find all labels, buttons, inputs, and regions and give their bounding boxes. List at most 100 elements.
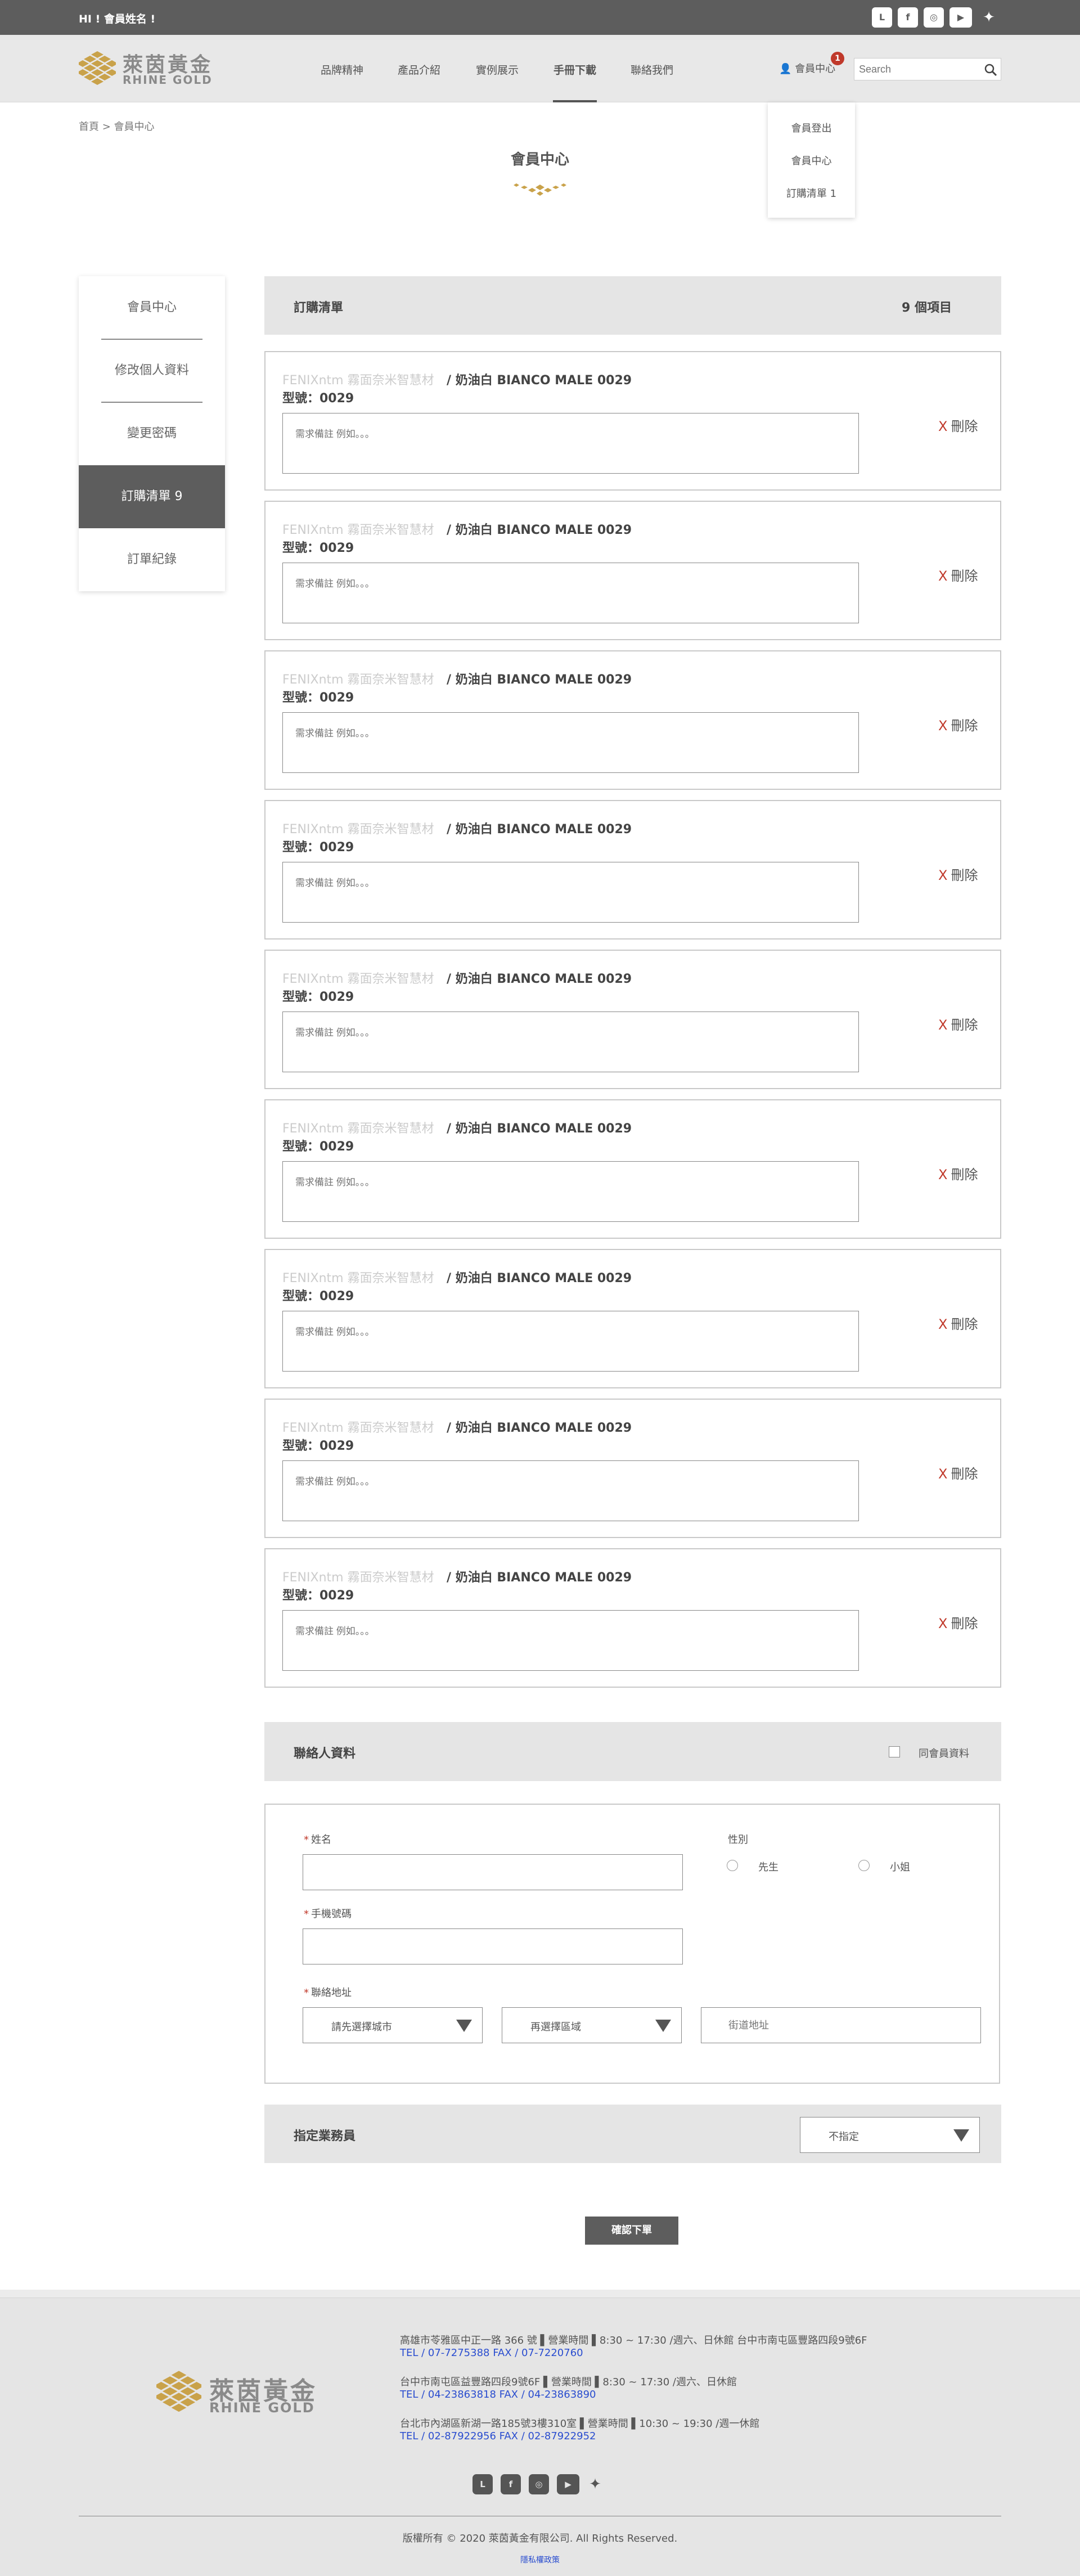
item-name[interactable]: / 奶油白 BIANCO MALE 0029 (447, 1567, 632, 1585)
gender-mr-label: 先生 (758, 1862, 778, 1873)
branch-tel-kaohsiung[interactable]: TEL / 07-7275388 FAX / 07-7220760 (400, 2347, 583, 2359)
item-note-field[interactable] (282, 1610, 859, 1671)
item-name[interactable]: / 奶油白 BIANCO MALE 0029 (447, 370, 632, 388)
gender-radio-mr[interactable] (727, 1860, 738, 1871)
youtube-icon[interactable]: ▶ (950, 7, 972, 28)
same-as-member-checkbox[interactable] (889, 1746, 900, 1757)
search-input[interactable] (859, 62, 977, 77)
item-category[interactable]: FENIXntm 霧面奈米智慧材 (282, 1118, 434, 1136)
item-category[interactable]: FENIXntm 霧面奈米智慧材 (282, 1268, 434, 1286)
phone-field[interactable] (303, 1928, 683, 1964)
nav-item-cases[interactable]: 實例展示 (476, 62, 519, 77)
delete-button[interactable]: X 刪除 (938, 1313, 978, 1333)
footer-logo-mark-icon (156, 2371, 201, 2412)
delete-button[interactable]: X 刪除 (938, 864, 978, 884)
branch-tel-taipei[interactable]: TEL / 02-87922956 FAX / 02-87922952 (400, 2430, 596, 2442)
line-icon[interactable]: L (872, 7, 892, 28)
confirm-order-button[interactable]: 確認下單 (585, 2217, 678, 2245)
footer-facebook-icon[interactable]: f (501, 2474, 521, 2494)
item-category[interactable]: FENIXntm 霧面奈米智慧材 (282, 969, 434, 987)
item-category[interactable]: FENIXntm 霧面奈米智慧材 (282, 1418, 434, 1436)
sidebar-item-member-center[interactable]: 會員中心 (79, 276, 225, 339)
footer-line-icon[interactable]: L (472, 2474, 493, 2494)
delete-button[interactable]: X 刪除 (938, 1014, 978, 1033)
item-note-field[interactable] (282, 712, 859, 773)
item-note-field[interactable] (282, 1460, 859, 1521)
item-note-field[interactable] (282, 1311, 859, 1372)
dropdown-logout[interactable]: 會員登出 (768, 120, 855, 135)
footer-twitter-icon[interactable]: ✦ (585, 2474, 605, 2494)
order-item: FENIXntm 霧面奈米智慧材 / 奶油白 BIANCO MALE 0029 型號… (264, 1399, 1001, 1538)
name-field[interactable] (303, 1854, 683, 1890)
footer-instagram-icon[interactable]: ◎ (529, 2474, 549, 2494)
name-label: * 姓名 (304, 1834, 331, 1846)
item-category[interactable]: FENIXntm 霧面奈米智慧材 (282, 520, 434, 538)
header: 萊茵黃金 RHINE GOLD 品牌精神 產品介紹 實例展示 手冊下載 聯絡我們… (0, 35, 1080, 102)
item-name[interactable]: / 奶油白 BIANCO MALE 0029 (447, 1418, 632, 1436)
delete-button[interactable]: X 刪除 (938, 1163, 978, 1183)
search-box (854, 58, 1001, 80)
item-name[interactable]: / 奶油白 BIANCO MALE 0029 (447, 669, 632, 687)
delete-button[interactable]: X 刪除 (938, 1463, 978, 1482)
top-bar: HI ! 會員姓名 ! L f ◎ ▶ ✦ (0, 0, 1080, 35)
address-label: * 聯絡地址 (304, 1987, 352, 1999)
item-name[interactable]: / 奶油白 BIANCO MALE 0029 (447, 969, 632, 987)
district-select[interactable]: 再選擇區域 (502, 2007, 682, 2043)
item-note-field[interactable] (282, 1011, 859, 1072)
twitter-icon[interactable]: ✦ (979, 7, 999, 28)
close-icon: X (938, 1616, 948, 1631)
item-category[interactable]: FENIXntm 霧面奈米智慧材 (282, 1567, 434, 1585)
item-category[interactable]: FENIXntm 霧面奈米智慧材 (282, 669, 434, 687)
item-name[interactable]: / 奶油白 BIANCO MALE 0029 (447, 520, 632, 538)
instagram-icon[interactable]: ◎ (924, 7, 944, 28)
sidebar-item-order-list[interactable]: 訂購清單 9 (79, 465, 225, 528)
chevron-down-icon (655, 2020, 671, 2032)
order-item: FENIXntm 霧面奈米智慧材 / 奶油白 BIANCO MALE 0029 型號… (264, 351, 1001, 491)
item-name[interactable]: / 奶油白 BIANCO MALE 0029 (447, 819, 632, 837)
sidebar-item-edit-profile[interactable]: 修改個人資料 (79, 339, 225, 402)
item-category[interactable]: FENIXntm 霧面奈米智慧材 (282, 819, 434, 837)
facebook-icon[interactable]: f (898, 7, 918, 28)
breadcrumb[interactable]: 首頁 > 會員中心 (79, 119, 155, 133)
search-icon[interactable] (984, 63, 997, 77)
sidebar-item-change-password[interactable]: 變更密碼 (79, 402, 225, 465)
branch-tel-taichung[interactable]: TEL / 04-23863818 FAX / 04-23863890 (400, 2389, 596, 2400)
item-note-field[interactable] (282, 413, 859, 474)
street-address-field[interactable] (701, 2007, 981, 2043)
privacy-policy-link[interactable]: 隱私權政策 (0, 2554, 1080, 2565)
item-model: 型號：0029 (282, 990, 354, 1004)
member-badge: 1 (831, 52, 844, 65)
sidebar-item-order-history[interactable]: 訂單紀錄 (79, 528, 225, 591)
item-category[interactable]: FENIXntm 霧面奈米智慧材 (282, 370, 434, 388)
close-icon: X (938, 568, 948, 584)
phone-label: * 手機號碼 (304, 1908, 352, 1920)
sidebar: 會員中心 修改個人資料 變更密碼 訂購清單 9 訂單紀錄 (79, 276, 225, 591)
item-name[interactable]: / 奶油白 BIANCO MALE 0029 (447, 1268, 632, 1286)
gender-radio-ms[interactable] (858, 1860, 870, 1871)
page-title: 會員中心 (510, 151, 569, 168)
item-name[interactable]: / 奶油白 BIANCO MALE 0029 (447, 1118, 632, 1136)
footer-youtube-icon[interactable]: ▶ (557, 2474, 579, 2494)
contact-header: 聯絡人資料 同會員資料 (264, 1722, 1001, 1781)
delete-label: 刪除 (951, 568, 978, 584)
sales-rep-select[interactable]: 不指定 (800, 2117, 980, 2153)
dropdown-order-list[interactable]: 訂購清單 1 (768, 186, 855, 200)
item-note-field[interactable] (282, 563, 859, 623)
nav-item-products[interactable]: 產品介紹 (398, 62, 440, 77)
delete-button[interactable]: X 刪除 (938, 415, 978, 435)
nav-item-download[interactable]: 手冊下載 (554, 62, 596, 77)
brand-name-en[interactable]: RHINE GOLD (123, 73, 213, 87)
city-select[interactable]: 請先選擇城市 (303, 2007, 483, 2043)
nav-item-contact[interactable]: 聯絡我們 (631, 62, 673, 77)
item-note-field[interactable] (282, 1161, 859, 1222)
order-count: 9 個項目 (902, 301, 952, 315)
nav-item-brand[interactable]: 品牌精神 (321, 62, 363, 77)
delete-button[interactable]: X 刪除 (938, 1612, 978, 1632)
close-icon: X (938, 419, 948, 434)
member-center-link[interactable]: 👤 會員中心 (779, 61, 835, 75)
delete-button[interactable]: X 刪除 (938, 714, 978, 734)
close-icon: X (938, 867, 948, 883)
delete-button[interactable]: X 刪除 (938, 565, 978, 585)
item-note-field[interactable] (282, 862, 859, 923)
copyright: 版權所有 © 2020 萊茵黃金有限公司. All Rights Reserve… (402, 2533, 678, 2544)
